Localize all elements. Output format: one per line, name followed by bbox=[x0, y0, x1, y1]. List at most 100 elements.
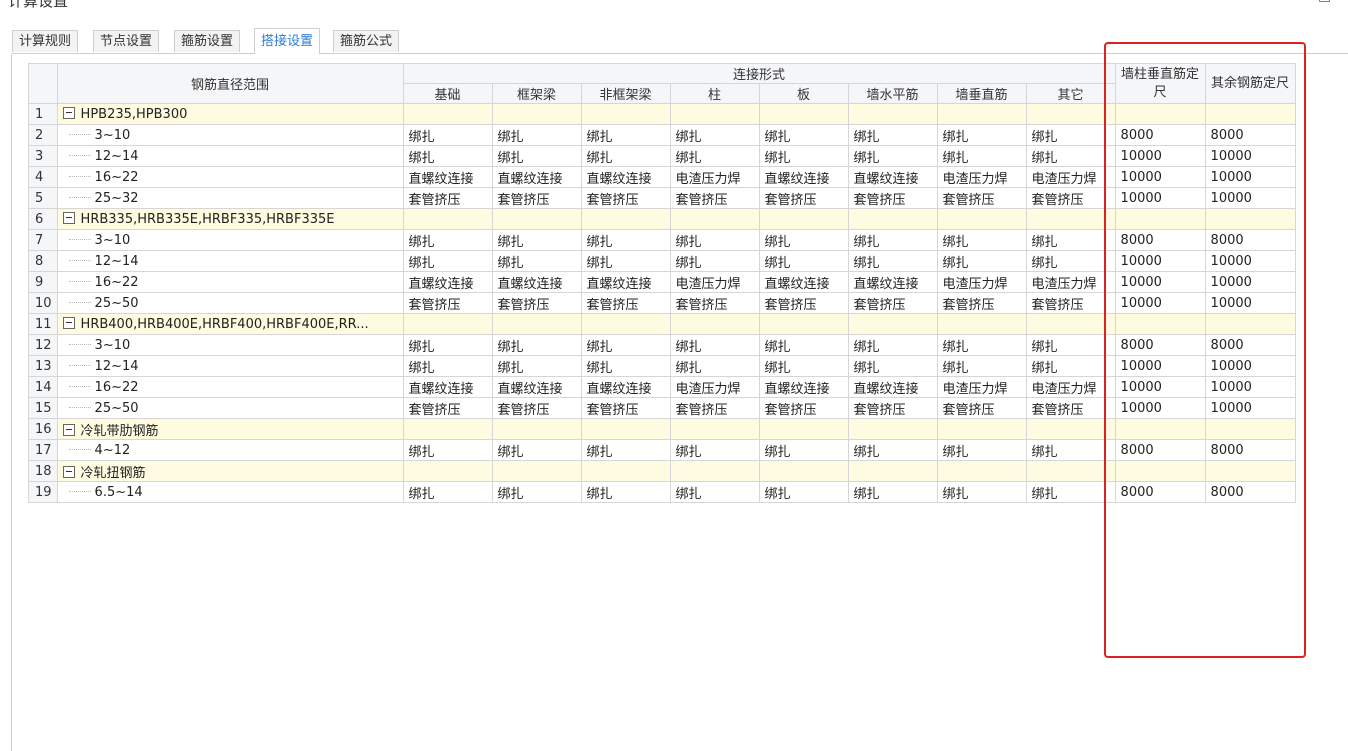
connection-cell[interactable]: 绑扎 bbox=[847, 250, 938, 272]
connection-cell[interactable]: 套管挤压 bbox=[1025, 397, 1116, 419]
tab-stirrup-settings[interactable]: 箍筋设置 bbox=[174, 30, 241, 52]
connection-cell[interactable]: 绑扎 bbox=[758, 229, 849, 251]
group-label-cell[interactable]: HPB235,HPB300 bbox=[56, 103, 404, 125]
connection-cell[interactable] bbox=[758, 418, 849, 440]
connection-cell[interactable]: 电渣压力焊 bbox=[936, 271, 1027, 293]
group-label-cell[interactable]: 冷轧带肋钢筋 bbox=[56, 418, 404, 440]
connection-cell[interactable]: 套管挤压 bbox=[580, 397, 671, 419]
length-cell[interactable]: 10000 bbox=[1204, 355, 1296, 377]
length-cell[interactable]: 10000 bbox=[1204, 145, 1296, 167]
connection-cell[interactable]: 绑扎 bbox=[758, 355, 849, 377]
length-cell[interactable]: 10000 bbox=[1114, 271, 1206, 293]
connection-cell[interactable]: 绑扎 bbox=[491, 439, 582, 461]
connection-cell[interactable] bbox=[847, 208, 938, 230]
connection-cell[interactable]: 套管挤压 bbox=[1025, 187, 1116, 209]
connection-cell[interactable]: 绑扎 bbox=[847, 334, 938, 356]
connection-cell[interactable] bbox=[402, 208, 493, 230]
connection-cell[interactable]: 绑扎 bbox=[580, 439, 671, 461]
connection-cell[interactable]: 绑扎 bbox=[402, 481, 493, 503]
connection-cell[interactable] bbox=[402, 103, 493, 125]
connection-cell[interactable] bbox=[936, 208, 1027, 230]
length-cell[interactable]: 8000 bbox=[1204, 124, 1296, 146]
tab-node-settings[interactable]: 节点设置 bbox=[93, 30, 160, 52]
table-row[interactable]: 15 25~50 套管挤压 套管挤压 套管挤压 套管挤压 套管挤压 套管挤压 套管挤压 套管挤压 1… bbox=[28, 397, 1296, 419]
connection-cell[interactable]: 套管挤压 bbox=[847, 292, 938, 314]
connection-cell[interactable]: 直螺纹连接 bbox=[758, 271, 849, 293]
length-cell[interactable]: 8000 bbox=[1204, 334, 1296, 356]
connection-cell[interactable]: 套管挤压 bbox=[669, 292, 760, 314]
connection-cell[interactable]: 套管挤压 bbox=[936, 397, 1027, 419]
connection-cell[interactable]: 绑扎 bbox=[580, 250, 671, 272]
group-label-cell[interactable]: 冷轧扭钢筋 bbox=[56, 460, 404, 482]
connection-cell[interactable]: 绑扎 bbox=[936, 334, 1027, 356]
length-cell[interactable]: 10000 bbox=[1114, 250, 1206, 272]
connection-cell[interactable]: 绑扎 bbox=[580, 481, 671, 503]
length-cell[interactable]: 10000 bbox=[1204, 271, 1296, 293]
connection-cell[interactable]: 套管挤压 bbox=[580, 292, 671, 314]
table-group-row[interactable]: 11 HRB400,HRB400E,HRBF400,HRBF400E,RR... bbox=[28, 313, 1296, 335]
connection-cell[interactable]: 绑扎 bbox=[669, 334, 760, 356]
table-row[interactable]: 3 12~14 绑扎 绑扎 绑扎 绑扎 绑扎 绑扎 绑扎 绑扎 10000 10000 bbox=[28, 145, 1296, 167]
connection-cell[interactable]: 绑扎 bbox=[758, 439, 849, 461]
length-cell[interactable]: 8000 bbox=[1114, 229, 1206, 251]
connection-cell[interactable]: 绑扎 bbox=[669, 355, 760, 377]
table-row[interactable]: 8 12~14 绑扎 绑扎 绑扎 绑扎 绑扎 绑扎 绑扎 绑扎 10000 10000 bbox=[28, 250, 1296, 272]
connection-cell[interactable]: 电渣压力焊 bbox=[936, 376, 1027, 398]
length-cell[interactable]: 10000 bbox=[1114, 187, 1206, 209]
connection-cell[interactable] bbox=[936, 313, 1027, 335]
length-cell[interactable]: 8000 bbox=[1204, 481, 1296, 503]
connection-cell[interactable]: 套管挤压 bbox=[847, 187, 938, 209]
length-cell[interactable]: 8000 bbox=[1114, 124, 1206, 146]
collapse-icon[interactable] bbox=[62, 423, 75, 436]
table-row[interactable]: 2 3~10 绑扎 绑扎 绑扎 绑扎 绑扎 绑扎 绑扎 绑扎 8000 8000 bbox=[28, 124, 1296, 146]
table-row[interactable]: 7 3~10 绑扎 绑扎 绑扎 绑扎 绑扎 绑扎 绑扎 绑扎 8000 8000 bbox=[28, 229, 1296, 251]
connection-cell[interactable] bbox=[936, 460, 1027, 482]
table-row[interactable]: 17 4~12 绑扎 绑扎 绑扎 绑扎 绑扎 绑扎 绑扎 绑扎 8000 8000 bbox=[28, 439, 1296, 461]
connection-cell[interactable]: 绑扎 bbox=[758, 124, 849, 146]
connection-cell[interactable] bbox=[758, 460, 849, 482]
length-cell[interactable]: 10000 bbox=[1204, 166, 1296, 188]
table-row[interactable]: 5 25~32 套管挤压 套管挤压 套管挤压 套管挤压 套管挤压 套管挤压 套管挤压 套管挤压 10… bbox=[28, 187, 1296, 209]
connection-cell[interactable]: 绑扎 bbox=[669, 229, 760, 251]
minimize-icon[interactable]: — bbox=[1296, 0, 1310, 4]
connection-cell[interactable] bbox=[491, 103, 582, 125]
connection-cell[interactable]: 绑扎 bbox=[402, 334, 493, 356]
length-cell[interactable]: 10000 bbox=[1204, 250, 1296, 272]
connection-cell[interactable] bbox=[669, 313, 760, 335]
length-cell[interactable] bbox=[1204, 460, 1296, 482]
group-label-cell[interactable]: HRB335,HRB335E,HRBF335,HRBF335E bbox=[56, 208, 404, 230]
table-row[interactable]: 12 3~10 绑扎 绑扎 绑扎 绑扎 绑扎 绑扎 绑扎 绑扎 8000 8000 bbox=[28, 334, 1296, 356]
table-row[interactable]: 13 12~14 绑扎 绑扎 绑扎 绑扎 绑扎 绑扎 绑扎 绑扎 10000 10000 bbox=[28, 355, 1296, 377]
length-cell[interactable]: 8000 bbox=[1114, 439, 1206, 461]
connection-cell[interactable]: 直螺纹连接 bbox=[402, 376, 493, 398]
connection-cell[interactable]: 套管挤压 bbox=[580, 187, 671, 209]
connection-cell[interactable]: 套管挤压 bbox=[402, 397, 493, 419]
connection-cell[interactable]: 套管挤压 bbox=[402, 187, 493, 209]
connection-cell[interactable]: 绑扎 bbox=[402, 439, 493, 461]
connection-cell[interactable]: 绑扎 bbox=[758, 334, 849, 356]
connection-cell[interactable]: 绑扎 bbox=[936, 124, 1027, 146]
length-cell[interactable] bbox=[1114, 418, 1206, 440]
connection-cell[interactable] bbox=[847, 418, 938, 440]
length-cell[interactable]: 10000 bbox=[1114, 292, 1206, 314]
connection-cell[interactable]: 电渣压力焊 bbox=[936, 166, 1027, 188]
connection-cell[interactable] bbox=[758, 103, 849, 125]
connection-cell[interactable]: 套管挤压 bbox=[758, 292, 849, 314]
length-cell[interactable] bbox=[1204, 103, 1296, 125]
connection-cell[interactable] bbox=[1025, 208, 1116, 230]
connection-cell[interactable]: 绑扎 bbox=[669, 439, 760, 461]
connection-cell[interactable]: 直螺纹连接 bbox=[402, 166, 493, 188]
connection-cell[interactable]: 绑扎 bbox=[491, 334, 582, 356]
connection-cell[interactable]: 绑扎 bbox=[758, 250, 849, 272]
connection-cell[interactable] bbox=[580, 103, 671, 125]
connection-cell[interactable]: 绑扎 bbox=[936, 229, 1027, 251]
connection-cell[interactable]: 套管挤压 bbox=[669, 397, 760, 419]
connection-cell[interactable]: 直螺纹连接 bbox=[847, 376, 938, 398]
connection-cell[interactable]: 套管挤压 bbox=[491, 292, 582, 314]
connection-cell[interactable]: 直螺纹连接 bbox=[402, 271, 493, 293]
connection-cell[interactable] bbox=[491, 208, 582, 230]
connection-cell[interactable]: 绑扎 bbox=[491, 124, 582, 146]
connection-cell[interactable]: 绑扎 bbox=[402, 250, 493, 272]
connection-cell[interactable] bbox=[669, 208, 760, 230]
connection-cell[interactable]: 绑扎 bbox=[669, 481, 760, 503]
